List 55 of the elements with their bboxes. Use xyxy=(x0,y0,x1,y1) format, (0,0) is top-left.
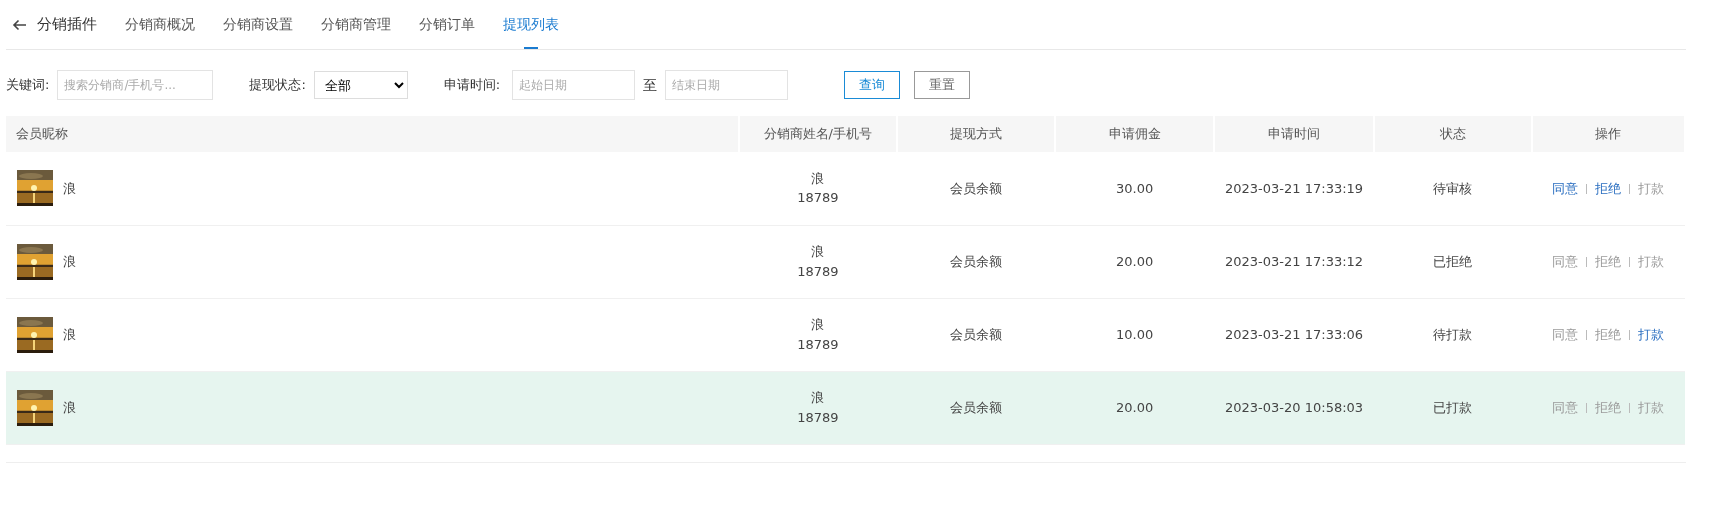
apply-time: 2023-03-21 17:33:12 xyxy=(1225,253,1364,269)
end-date-field[interactable]: 结束日期 xyxy=(665,70,789,100)
nav-tab[interactable]: 分销商设置 xyxy=(223,0,293,49)
column-header: 申请佣金 xyxy=(1055,116,1215,152)
nav-tab[interactable]: 提现列表 xyxy=(503,0,559,49)
search-field[interactable]: 搜索分销商/手机号... xyxy=(57,70,214,100)
status-dropdown[interactable]: 全部 xyxy=(313,71,408,99)
status-label: 提现状态: xyxy=(249,76,306,95)
commission-amount: 30.00 xyxy=(1116,180,1154,196)
distributor-name: 浪 xyxy=(810,169,826,188)
date-label: 申请时间: xyxy=(443,76,501,95)
commission-amount: 20.00 xyxy=(1116,253,1154,269)
member-nickname: 浪 xyxy=(63,325,76,344)
distributor-name: 浪 xyxy=(810,316,826,334)
action-link[interactable]: 打款 xyxy=(1638,324,1665,345)
apply-time: 2023-03-20 10:58:03 xyxy=(1225,399,1364,415)
column-header: 操作 xyxy=(1531,116,1685,152)
reset-button[interactable]: 重置 xyxy=(914,71,971,99)
member-nickname: 浪 xyxy=(63,179,76,198)
start-date-field[interactable]: 起始日期 xyxy=(512,70,636,100)
member-nickname: 浪 xyxy=(63,252,76,271)
column-header: 提现方式 xyxy=(897,116,1055,152)
query-button[interactable]: 查询 xyxy=(844,71,901,99)
distributor-name: 浪 xyxy=(810,389,826,407)
column-header: 会员昵称 xyxy=(6,116,739,152)
commission-amount: 10.00 xyxy=(1116,326,1154,342)
phone-number: 18789 xyxy=(796,335,840,354)
range-separator: 至 xyxy=(643,75,658,95)
status-text: 已打款 xyxy=(1433,399,1473,415)
keyword-label: 关键词: xyxy=(6,76,50,95)
back-arrow-icon xyxy=(12,18,27,31)
status-text: 待审核 xyxy=(1433,180,1473,196)
phone-number: 18789 xyxy=(796,189,840,208)
phone-number: 18789 xyxy=(796,262,840,281)
column-header: 状态 xyxy=(1373,116,1532,152)
nav-tab[interactable]: 分销商概况 xyxy=(125,0,195,49)
action-link[interactable]: 同意 xyxy=(1552,178,1579,198)
apply-time: 2023-03-21 17:33:06 xyxy=(1225,326,1364,342)
status-text: 已拒绝 xyxy=(1433,253,1473,269)
column-header: 分销商姓名/手机号 xyxy=(738,116,897,152)
member-nickname: 浪 xyxy=(63,398,76,417)
action-link[interactable]: 拒绝 xyxy=(1595,178,1622,198)
distributor-name: 浪 xyxy=(810,243,826,261)
nav-tab[interactable]: 分销订单 xyxy=(419,0,475,49)
withdraw-method: 会员余额 xyxy=(950,326,1002,342)
apply-time: 2023-03-21 17:33:19 xyxy=(1225,180,1364,196)
withdraw-method: 会员余额 xyxy=(950,253,1002,269)
commission-amount: 20.00 xyxy=(1116,399,1154,415)
nav-tab[interactable]: 分销商管理 xyxy=(321,0,391,49)
withdraw-method: 会员余额 xyxy=(950,399,1002,415)
column-header: 申请时间 xyxy=(1214,116,1374,152)
back-button[interactable]: 分销插件 xyxy=(12,13,97,36)
status-text: 待打款 xyxy=(1433,326,1473,342)
withdraw-method: 会员余额 xyxy=(950,180,1002,196)
phone-number: 18789 xyxy=(796,408,840,427)
